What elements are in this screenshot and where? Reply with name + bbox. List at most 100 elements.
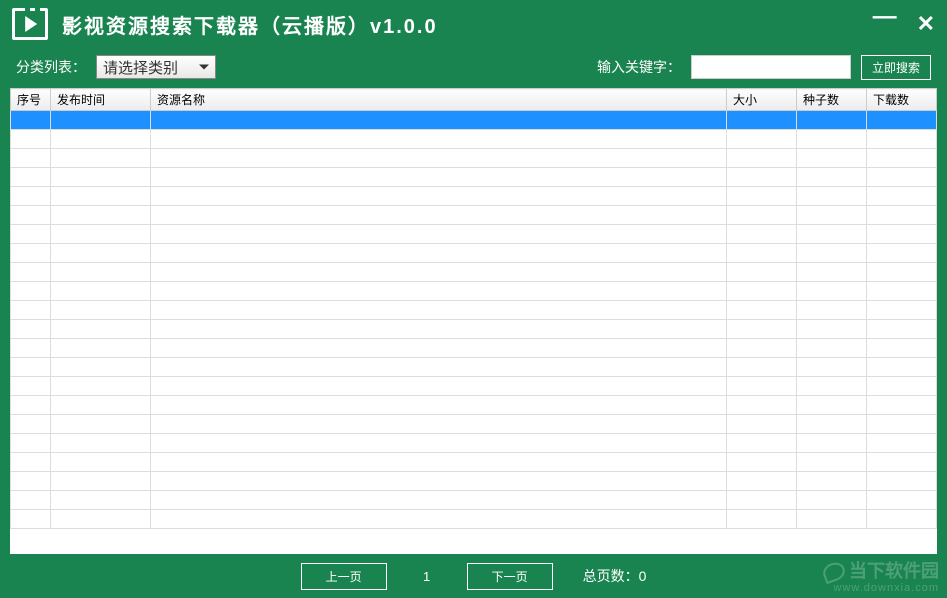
cell-downloads bbox=[867, 263, 937, 282]
table-row[interactable] bbox=[11, 396, 937, 415]
cell-seq bbox=[11, 491, 51, 510]
search-button[interactable]: 立即搜索 bbox=[861, 55, 931, 80]
table-row[interactable] bbox=[11, 206, 937, 225]
cell-seeds bbox=[797, 244, 867, 263]
cell-size bbox=[727, 187, 797, 206]
keyword-input[interactable] bbox=[691, 55, 851, 79]
table-row[interactable] bbox=[11, 282, 937, 301]
cell-published bbox=[51, 453, 151, 472]
cell-published bbox=[51, 187, 151, 206]
table-row[interactable] bbox=[11, 377, 937, 396]
table-row[interactable] bbox=[11, 130, 937, 149]
next-page-button[interactable]: 下一页 bbox=[467, 563, 553, 590]
cell-downloads bbox=[867, 434, 937, 453]
cell-published bbox=[51, 263, 151, 282]
cell-size bbox=[727, 415, 797, 434]
cell-seeds bbox=[797, 130, 867, 149]
prev-page-button[interactable]: 上一页 bbox=[301, 563, 387, 590]
table-row[interactable] bbox=[11, 491, 937, 510]
table-row[interactable] bbox=[11, 244, 937, 263]
table-row[interactable] bbox=[11, 453, 937, 472]
category-dropdown[interactable]: 请选择类别 bbox=[96, 55, 216, 79]
table-row[interactable] bbox=[11, 510, 937, 529]
cell-size bbox=[727, 225, 797, 244]
table-row[interactable] bbox=[11, 168, 937, 187]
table-row[interactable] bbox=[11, 301, 937, 320]
cell-size bbox=[727, 282, 797, 301]
cell-name bbox=[151, 415, 727, 434]
table-row[interactable] bbox=[11, 472, 937, 491]
cell-downloads bbox=[867, 187, 937, 206]
cell-downloads bbox=[867, 396, 937, 415]
cell-downloads bbox=[867, 510, 937, 529]
table-row[interactable] bbox=[11, 149, 937, 168]
cell-name bbox=[151, 263, 727, 282]
cell-published bbox=[51, 491, 151, 510]
dropdown-value: 请选择类别 bbox=[103, 57, 178, 78]
table-row[interactable] bbox=[11, 358, 937, 377]
category-label: 分类列表： bbox=[16, 57, 86, 77]
minimize-button[interactable]: — bbox=[873, 11, 897, 37]
col-seeds[interactable]: 种子数 bbox=[797, 89, 867, 111]
table-row[interactable] bbox=[11, 415, 937, 434]
cell-name bbox=[151, 491, 727, 510]
col-published[interactable]: 发布时间 bbox=[51, 89, 151, 111]
cell-name bbox=[151, 244, 727, 263]
cell-seeds bbox=[797, 206, 867, 225]
cell-downloads bbox=[867, 320, 937, 339]
cell-size bbox=[727, 453, 797, 472]
cell-published bbox=[51, 472, 151, 491]
keyword-label: 输入关键字： bbox=[597, 57, 681, 77]
titlebar[interactable]: 影视资源搜索下载器（云播版）v1.0.0 — ✕ bbox=[0, 0, 947, 48]
cell-seeds bbox=[797, 263, 867, 282]
cell-size bbox=[727, 491, 797, 510]
cell-name bbox=[151, 149, 727, 168]
cell-name bbox=[151, 434, 727, 453]
cell-seeds bbox=[797, 510, 867, 529]
cell-name bbox=[151, 168, 727, 187]
cell-seeds bbox=[797, 282, 867, 301]
cell-downloads bbox=[867, 377, 937, 396]
cell-published bbox=[51, 415, 151, 434]
cell-downloads bbox=[867, 491, 937, 510]
table-row[interactable] bbox=[11, 187, 937, 206]
cell-name bbox=[151, 358, 727, 377]
col-downloads[interactable]: 下载数 bbox=[867, 89, 937, 111]
close-button[interactable]: ✕ bbox=[917, 11, 935, 37]
cell-seeds bbox=[797, 358, 867, 377]
cell-size bbox=[727, 111, 797, 130]
cell-seq bbox=[11, 472, 51, 491]
table-row[interactable] bbox=[11, 434, 937, 453]
cell-seeds bbox=[797, 377, 867, 396]
cell-published bbox=[51, 320, 151, 339]
cell-size bbox=[727, 130, 797, 149]
cell-downloads bbox=[867, 244, 937, 263]
cell-published bbox=[51, 168, 151, 187]
table-row[interactable] bbox=[11, 225, 937, 244]
cell-name bbox=[151, 111, 727, 130]
cell-downloads bbox=[867, 225, 937, 244]
table-row[interactable] bbox=[11, 320, 937, 339]
table-row[interactable] bbox=[11, 263, 937, 282]
table-row[interactable] bbox=[11, 111, 937, 130]
cell-downloads bbox=[867, 453, 937, 472]
cell-seeds bbox=[797, 168, 867, 187]
cell-name bbox=[151, 472, 727, 491]
cell-seq bbox=[11, 301, 51, 320]
col-size[interactable]: 大小 bbox=[727, 89, 797, 111]
cell-name bbox=[151, 320, 727, 339]
chevron-down-icon bbox=[199, 65, 209, 70]
cell-seeds bbox=[797, 434, 867, 453]
col-seq[interactable]: 序号 bbox=[11, 89, 51, 111]
cell-seq bbox=[11, 396, 51, 415]
table-row[interactable] bbox=[11, 339, 937, 358]
cell-size bbox=[727, 244, 797, 263]
col-name[interactable]: 资源名称 bbox=[151, 89, 727, 111]
cell-seq bbox=[11, 130, 51, 149]
app-logo-icon bbox=[12, 8, 48, 40]
cell-seq bbox=[11, 320, 51, 339]
cell-seq bbox=[11, 263, 51, 282]
cell-downloads bbox=[867, 358, 937, 377]
cell-downloads bbox=[867, 415, 937, 434]
results-table-wrap: 序号 发布时间 资源名称 大小 种子数 下载数 bbox=[10, 88, 937, 554]
